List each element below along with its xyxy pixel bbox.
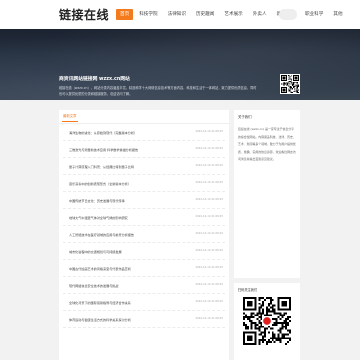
article-title-link[interactable]: 音乐演奏中的创新表现形式（全新版本分析） [69, 181, 197, 186]
qr-code-icon [243, 297, 291, 345]
nav-item[interactable]: 首页 [116, 9, 134, 20]
hero-banner: 商资讯网站链接网 wzzx.cn网站 链接在线（wzzx.cn），网站分类内容涵… [0, 29, 360, 100]
article-list: 海洋生物的进化：从原始到现代（完整版本分析） 2024-10-10 21:08:4… [59, 124, 229, 328]
top-header: 链接在线 首页科技学院法律知识历史趣闻艺术展示外卖人新闻事件职业科学其他 [0, 0, 360, 29]
article-date: 2024-10-10 21:08:45 [195, 164, 223, 167]
article-date: 2024-10-10 21:08:45 [195, 147, 223, 150]
nav-item[interactable]: 艺术展示 [220, 9, 246, 20]
article-date: 2024-10-10 21:08:45 [195, 300, 223, 303]
tab-bar: 最新文章 [59, 110, 229, 124]
qr-title: 扫码关注我们 [238, 288, 258, 292]
tab-latest[interactable]: 最新文章 [62, 113, 78, 122]
list-item[interactable]: 量子计算原理入门科普：从经典比特到量子比特 2024-10-10 21:08:45 [63, 158, 225, 175]
article-title-link[interactable]: 地球大气中温室气体对全球气候的影响研究 [69, 215, 197, 220]
article-title-link[interactable]: 全球化背景下的国际贸易格局与经济合作关系 [69, 300, 197, 305]
article-title-link[interactable]: 中国古代绘画艺术的风格演变与代表作品赏析 [69, 266, 197, 271]
article-title-link[interactable]: 现代网络信息安全技术的发展与挑战 [69, 283, 197, 288]
article-date: 2024-10-10 21:08:45 [195, 266, 223, 269]
list-item[interactable]: 三维激光与测量新技术应用 科学数学素描分析报告 2024-10-10 21:08:… [63, 141, 225, 158]
article-title-link[interactable]: 中国传统节日文化：历史发展与现代传承 [69, 198, 197, 203]
about-text: 链接在线 (wzzx.cn) 是一家专注于信息分享的综合性网站，内容涵盖科技、法… [238, 127, 296, 162]
nav-item[interactable]: 法律知识 [164, 9, 190, 20]
list-item[interactable]: 中国传统节日文化：历史发展与现代传承 2024-10-10 21:08:45 [63, 192, 225, 209]
nav-item[interactable]: 科技学院 [135, 9, 161, 20]
article-date: 2024-10-10 21:08:45 [195, 317, 223, 320]
article-date: 2024-10-10 21:08:45 [195, 249, 223, 252]
article-date: 2024-10-10 21:08:45 [195, 130, 223, 133]
article-date: 2024-10-10 21:08:45 [195, 215, 223, 218]
article-title-link[interactable]: 人工智能技术在医疗领域的应用与前景分析报告 [69, 232, 197, 237]
list-item[interactable]: 体育运动与健康生活方式的科学关系探讨分析 2024-10-10 21:08:45 [63, 311, 225, 328]
banner-description: 链接在线（wzzx.cn），网站分类内容涵盖丰富，精选科学十大网络信息技术等方面… [59, 86, 257, 96]
article-title-link[interactable]: 城市化进程中的交通规划与可持续发展 [69, 249, 197, 254]
about-title: 关于我们 [238, 115, 252, 119]
banner-title: 商资讯网站链接网 wzzx.cn网站 [59, 77, 130, 82]
article-title-link[interactable]: 量子计算原理入门科普：从经典比特到量子比特 [69, 164, 197, 169]
list-item[interactable]: 现代网络信息安全技术的发展与挑战 2024-10-10 21:08:45 [63, 277, 225, 294]
qr-code-icon [280, 74, 300, 94]
site-logo[interactable]: 链接在线 [59, 6, 109, 23]
list-item[interactable]: 音乐演奏中的创新表现形式（全新版本分析） 2024-10-10 21:08:45 [63, 175, 225, 192]
article-date: 2024-10-10 21:08:45 [195, 181, 223, 184]
list-item[interactable]: 人工智能技术在医疗领域的应用与前景分析报告 2024-10-10 21:08:45 [63, 226, 225, 243]
article-title-link[interactable]: 三维激光与测量新技术应用 科学数学素描分析报告 [69, 147, 197, 152]
nav-item[interactable]: 外卖人 [249, 9, 271, 20]
about-panel: 关于我们 链接在线 (wzzx.cn) 是一家专注于信息分享的综合性网站，内容涵… [234, 110, 300, 278]
qr-panel: 扫码关注我们 [234, 283, 300, 360]
article-date: 2024-10-10 21:08:45 [195, 232, 223, 235]
article-date: 2024-10-10 21:08:45 [195, 283, 223, 286]
article-panel: 最新文章 海洋生物的进化：从原始到现代（完整版本分析） 2024-10-10 21… [59, 110, 229, 360]
list-item[interactable]: 中国古代绘画艺术的风格演变与代表作品赏析 2024-10-10 21:08:45 [63, 260, 225, 277]
main-nav: 首页科技学院法律知识历史趣闻艺术展示外卖人新闻事件职业科学其他 [116, 9, 349, 20]
list-item[interactable]: 城市化进程中的交通规划与可持续发展 2024-10-10 21:08:45 [63, 243, 225, 260]
list-item[interactable]: 全球化背景下的国际贸易格局与经济合作关系 2024-10-10 21:08:45 [63, 294, 225, 311]
article-title-link[interactable]: 体育运动与健康生活方式的科学关系探讨分析 [69, 317, 197, 322]
nav-item[interactable]: 职业科学 [301, 9, 327, 20]
nav-item[interactable]: 其他 [329, 9, 346, 20]
article-date: 2024-10-10 21:08:45 [195, 198, 223, 201]
article-title-link[interactable]: 海洋生物的进化：从原始到现代（完整版本分析） [69, 130, 197, 135]
list-item[interactable]: 海洋生物的进化：从原始到现代（完整版本分析） 2024-10-10 21:08:4… [63, 124, 225, 141]
nav-item[interactable]: 历史趣闻 [192, 9, 218, 20]
list-item[interactable]: 地球大气中温室气体对全球气候的影响研究 2024-10-10 21:08:45 [63, 209, 225, 226]
search-input[interactable] [279, 9, 297, 20]
